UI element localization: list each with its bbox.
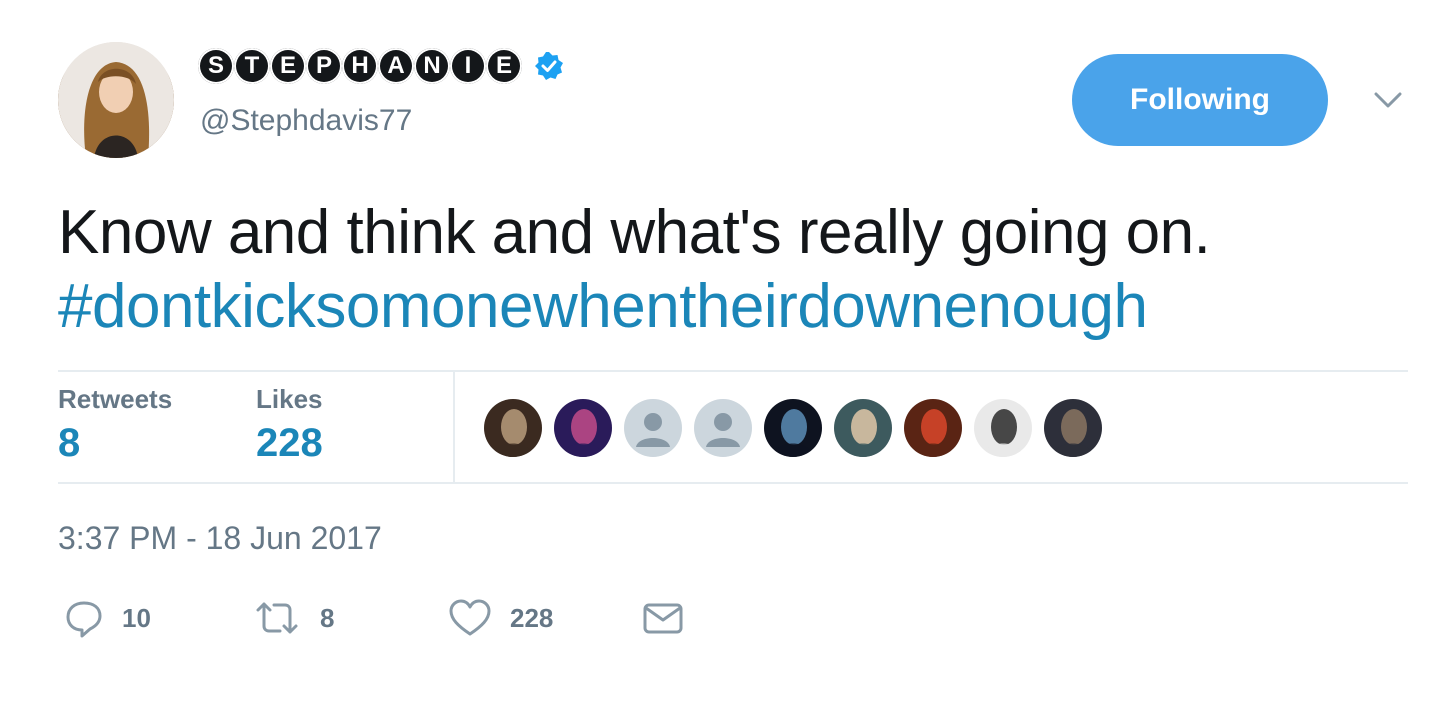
liker-avatar[interactable] xyxy=(834,399,892,457)
likers-avatar-row xyxy=(484,399,1102,457)
liker-avatar[interactable] xyxy=(694,399,752,457)
liker-avatar[interactable] xyxy=(974,399,1032,457)
hashtag-link[interactable]: #dontkicksomonewhentheirdownenough xyxy=(58,270,1418,344)
like-action[interactable]: 228 xyxy=(448,598,553,638)
direct-message-action[interactable] xyxy=(642,598,684,638)
retweet-action[interactable]: 8 xyxy=(252,598,334,638)
display-name-letter: E xyxy=(270,48,306,84)
display-name[interactable]: STEPHANIE xyxy=(198,48,564,84)
tweet-text: Know and think and what's really going o… xyxy=(58,198,1211,267)
like-count: 228 xyxy=(510,602,554,633)
tweet-timestamp[interactable]: 3:37 PM - 18 Jun 2017 xyxy=(58,520,382,557)
chevron-down-icon[interactable] xyxy=(1372,88,1404,112)
liker-avatar[interactable] xyxy=(554,399,612,457)
display-name-letter: N xyxy=(414,48,450,84)
liker-avatar[interactable] xyxy=(904,399,962,457)
following-button[interactable]: Following xyxy=(1072,54,1328,146)
stats-bottom-divider xyxy=(58,482,1408,484)
retweets-value: 8 xyxy=(58,421,81,465)
display-name-letter: P xyxy=(306,48,342,84)
display-name-letter: A xyxy=(378,48,414,84)
display-name-letter: E xyxy=(486,48,522,84)
envelope-icon[interactable] xyxy=(642,598,684,638)
verified-badge-icon xyxy=(534,51,564,81)
stats-vertical-divider xyxy=(453,372,455,482)
display-name-letter: T xyxy=(234,48,270,84)
profile-avatar[interactable] xyxy=(58,42,174,158)
likes-stat[interactable]: Likes 228 xyxy=(256,384,323,466)
stats-top-divider xyxy=(58,370,1408,372)
avatar-image xyxy=(58,42,174,158)
likes-label: Likes xyxy=(256,384,323,414)
heart-icon[interactable] xyxy=(448,598,492,638)
display-name-letter: S xyxy=(198,48,234,84)
liker-avatar[interactable] xyxy=(624,399,682,457)
retweets-stat[interactable]: Retweets 8 xyxy=(58,384,172,466)
liker-avatar[interactable] xyxy=(764,399,822,457)
retweet-icon[interactable] xyxy=(252,598,302,638)
display-name-letter: I xyxy=(450,48,486,84)
user-handle[interactable]: @Stephdavis77 xyxy=(200,104,412,138)
likes-value: 228 xyxy=(256,421,323,465)
retweet-count: 8 xyxy=(320,602,335,633)
reply-action[interactable]: 10 xyxy=(64,598,151,638)
tweet-body: Know and think and what's really going o… xyxy=(58,196,1418,344)
reply-icon[interactable] xyxy=(64,598,104,638)
retweets-label: Retweets xyxy=(58,384,173,414)
liker-avatar[interactable] xyxy=(1044,399,1102,457)
display-name-letter: H xyxy=(342,48,378,84)
reply-count: 10 xyxy=(122,602,151,633)
liker-avatar[interactable] xyxy=(484,399,542,457)
